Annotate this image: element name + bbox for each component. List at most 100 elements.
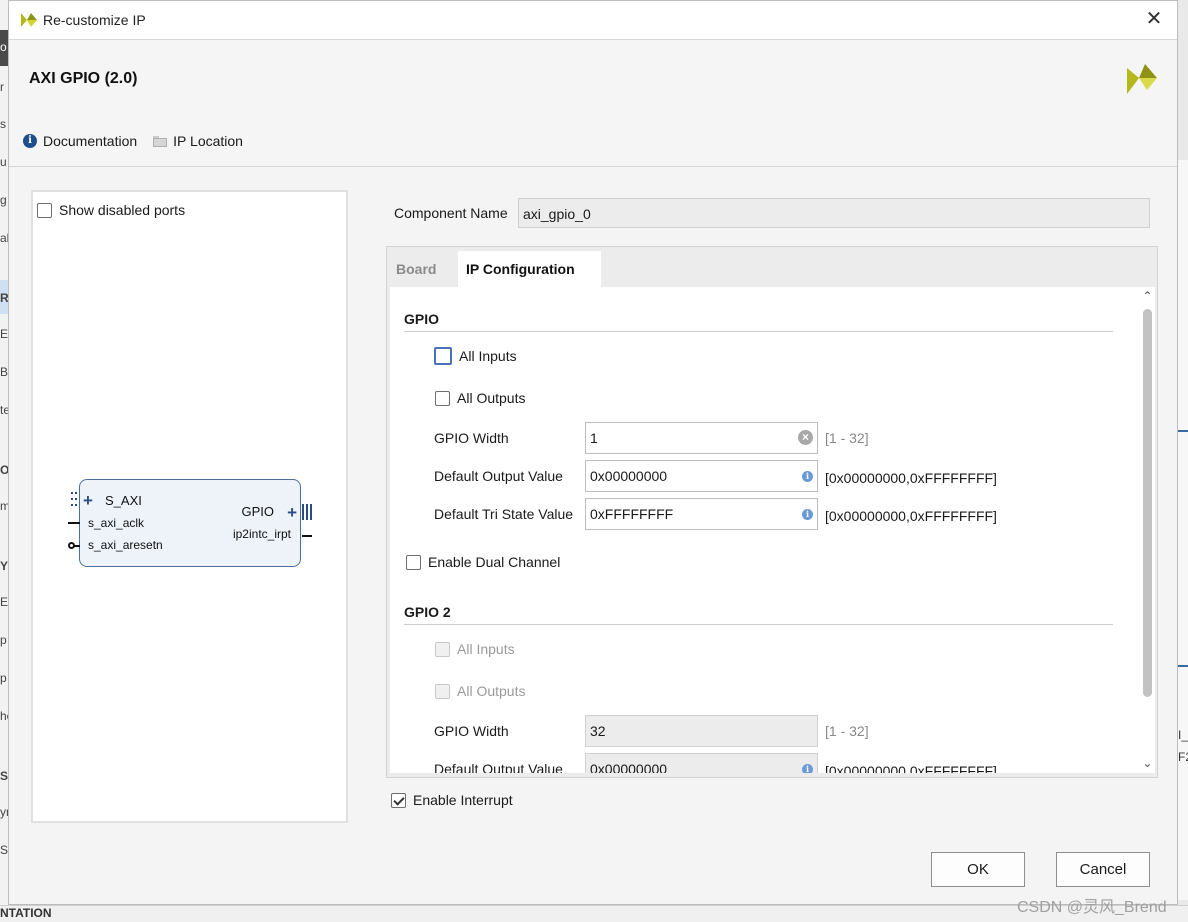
expand-s-axi-icon[interactable]: +: [83, 492, 93, 509]
bg-letter: S: [0, 843, 9, 857]
enable-dual-channel-checkbox[interactable]: [406, 554, 421, 570]
documentation-link[interactable]: i Documentation: [23, 133, 137, 149]
scroll-down-icon[interactable]: ⌄: [1141, 757, 1154, 770]
gpio2-width-range: [1 - 32]: [825, 723, 869, 739]
scrollbar-thumb[interactable]: [1143, 309, 1152, 697]
enable-interrupt-label: Enable Interrupt: [413, 792, 513, 808]
gpio2-width-value: 32: [590, 723, 606, 739]
port-ip2intc-irpt: ip2intc_irpt: [232, 527, 291, 541]
component-name-field[interactable]: axi_gpio_0: [518, 198, 1150, 228]
show-disabled-ports-label: Show disabled ports: [59, 202, 186, 218]
gpio-all-inputs-option[interactable]: All Inputs: [434, 347, 517, 365]
enable-interrupt-option[interactable]: Enable Interrupt: [391, 792, 513, 808]
enable-dual-channel-label: Enable Dual Channel: [428, 554, 561, 570]
gpio2-default-output-label: Default Output Value: [434, 761, 563, 773]
gpio2-all-inputs-label: All Inputs: [457, 641, 515, 657]
tab-ip-configuration[interactable]: IP Configuration: [458, 251, 601, 287]
gpio-default-output-range: [0x00000000,0xFFFFFFFF]: [825, 470, 997, 486]
gpio-default-output-value: 0x00000000: [590, 468, 668, 484]
ip-name: AXI GPIO (2.0): [29, 70, 138, 87]
bg-letter: s: [0, 117, 6, 131]
bg-letter: o: [0, 40, 7, 54]
bg-letter: S: [0, 769, 9, 783]
window-title: Re-customize IP: [43, 12, 146, 28]
bus-dots-icon: [71, 492, 77, 510]
port-s-axi: S_AXI: [105, 493, 142, 508]
gpio-default-output-label: Default Output Value: [434, 468, 563, 484]
config-scrollbar[interactable]: ⌃ ⌄: [1140, 287, 1155, 773]
bg-letter: p: [0, 633, 7, 647]
gpio-width-label: GPIO Width: [434, 430, 509, 446]
background-app-bottom: NTATION: [0, 905, 1188, 922]
background-line: [1178, 430, 1188, 432]
gpio2-section-title: GPIO 2: [404, 604, 451, 620]
header-links: i Documentation IP Location: [23, 133, 259, 149]
gpio-tri-state-value: 0xFFFFFFFF: [590, 506, 674, 522]
close-button[interactable]: ✕: [1143, 8, 1165, 30]
port-line: [68, 522, 80, 524]
background-app-right: I_ F2: [1178, 160, 1188, 900]
scroll-up-icon[interactable]: ⌃: [1141, 290, 1154, 303]
port-s-axi-aresetn: s_axi_aresetn: [88, 538, 163, 552]
bg-right-letter: F2: [1178, 750, 1188, 764]
ip-location-label: IP Location: [173, 133, 243, 149]
info-icon: i: [802, 509, 813, 520]
gpio2-all-inputs-checkbox: [435, 641, 450, 657]
gpio-section-title: GPIO: [404, 311, 440, 327]
ok-button[interactable]: OK: [931, 852, 1025, 887]
port-gpio: GPIO: [241, 504, 274, 519]
gpio-tri-state-range: [0x00000000,0xFFFFFFFF]: [825, 508, 997, 524]
xilinx-logo-icon: [1127, 64, 1157, 94]
tab-board[interactable]: Board: [396, 251, 436, 287]
gpio2-width-input: 32: [585, 715, 818, 747]
cancel-button[interactable]: Cancel: [1056, 852, 1150, 887]
info-icon: i: [802, 471, 813, 482]
gpio-width-input[interactable]: 1 ×: [585, 422, 818, 454]
gpio-section-divider: [404, 331, 1113, 332]
bg-letter: g: [0, 193, 7, 207]
background-line: [1178, 665, 1188, 667]
bg-letter: E: [0, 595, 9, 609]
gpio-all-outputs-checkbox[interactable]: [435, 390, 450, 406]
gpio-all-outputs-option[interactable]: All Outputs: [435, 390, 525, 406]
title-bar: Re-customize IP ✕: [9, 1, 1177, 40]
ip-configuration-panel: GPIO All Inputs All Outputs GPIO Width 1…: [390, 287, 1140, 773]
gpio-tri-state-label: Default Tri State Value: [434, 506, 574, 522]
info-icon: i: [802, 764, 813, 773]
gpio2-default-output-range: [0x00000000,0xFFFFFFFF]: [825, 763, 997, 773]
ip-block-symbol: + S_AXI s_axi_aclk s_axi_aresetn GPIO + …: [68, 479, 312, 567]
gpio2-default-output-value: 0x00000000: [590, 761, 668, 773]
port-s-axi-aclk: s_axi_aclk: [88, 516, 145, 530]
gpio2-all-outputs-checkbox: [435, 683, 450, 699]
gpio2-all-inputs-option: All Inputs: [435, 641, 515, 657]
component-name-label: Component Name: [394, 205, 508, 221]
config-tabs: Board IP Configuration GPIO All Inputs A…: [386, 246, 1158, 778]
gpio-all-inputs-checkbox[interactable]: [434, 347, 452, 365]
show-disabled-ports-option[interactable]: Show disabled ports: [37, 202, 185, 218]
expand-gpio-icon[interactable]: +: [287, 504, 297, 521]
gpio-width-range: [1 - 32]: [825, 430, 869, 446]
gpio-width-value: 1: [590, 430, 598, 446]
info-icon: i: [23, 134, 37, 148]
watermark: CSDN @灵风_Brend: [1017, 899, 1167, 916]
bg-letter: p: [0, 671, 7, 685]
gpio2-all-outputs-label: All Outputs: [457, 683, 526, 699]
clear-icon[interactable]: ×: [798, 430, 813, 445]
ip-symbol-panel: Show disabled ports + S_AXI s_axi_aclk s…: [31, 190, 348, 823]
ip-location-link[interactable]: IP Location: [153, 133, 243, 149]
recustomize-ip-dialog: Re-customize IP ✕ AXI GPIO (2.0) i Docum…: [8, 0, 1178, 905]
bg-letter: u: [0, 155, 7, 169]
xilinx-logo-icon: [21, 13, 37, 27]
bg-bottom-text: NTATION: [0, 906, 52, 920]
enable-interrupt-checkbox[interactable]: [391, 792, 406, 808]
enable-dual-channel-option[interactable]: Enable Dual Channel: [406, 554, 560, 570]
gpio-tri-state-input[interactable]: 0xFFFFFFFF i: [585, 498, 818, 530]
show-disabled-ports-checkbox[interactable]: [37, 202, 52, 218]
dialog-header: AXI GPIO (2.0) i Documentation IP Locati…: [9, 40, 1177, 167]
bus-bars-icon: [302, 504, 312, 520]
gpio2-section-divider: [404, 624, 1113, 625]
gpio-default-output-input[interactable]: 0x00000000 i: [585, 460, 818, 492]
folder-icon: [153, 135, 168, 147]
gpio2-width-label: GPIO Width: [434, 723, 509, 739]
bg-right-letter: I_: [1178, 728, 1188, 742]
